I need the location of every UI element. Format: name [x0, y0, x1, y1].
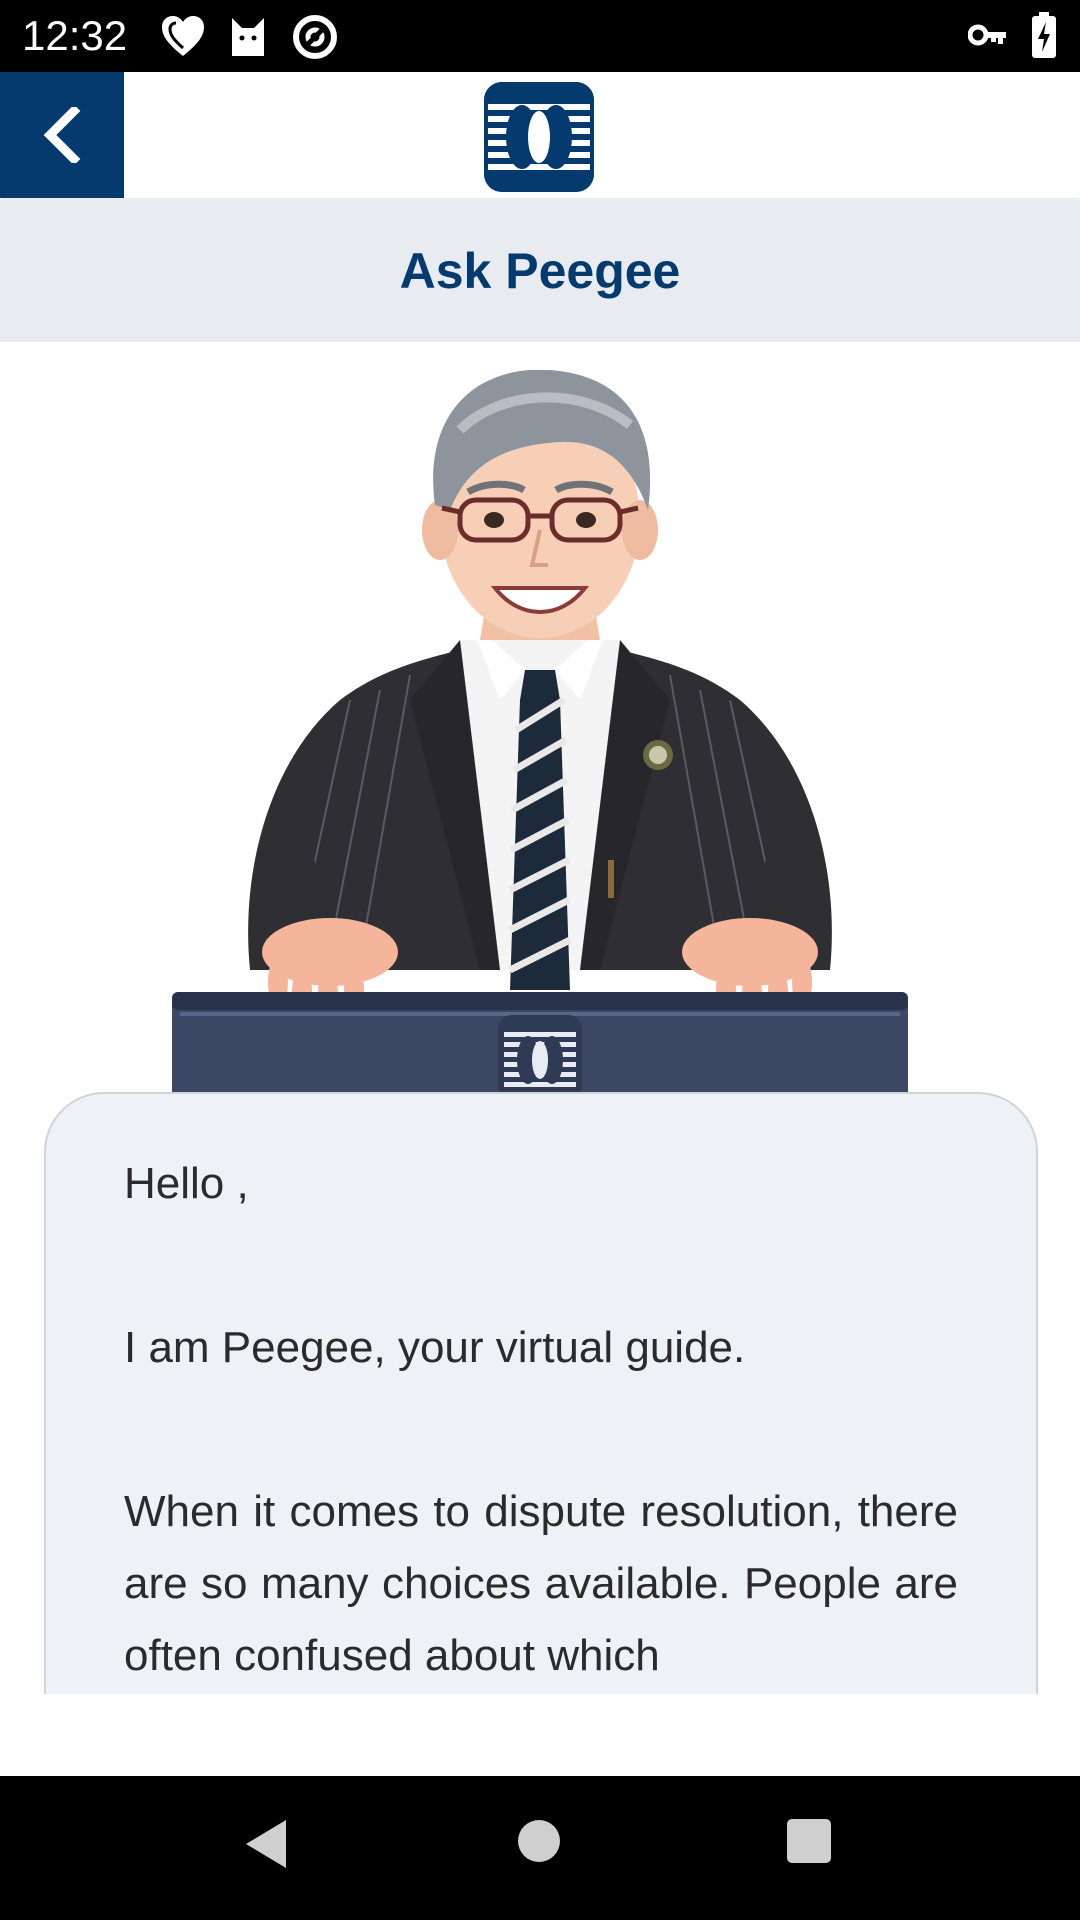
vpn-key-icon: [968, 24, 1006, 46]
app-header: [0, 72, 1080, 198]
chevron-left-icon: [43, 107, 81, 163]
title-band: Ask Peegee: [0, 200, 1080, 342]
message-greeting: Hello ,: [124, 1159, 249, 1208]
status-time: 12:32: [22, 12, 128, 59]
battery-charging-icon: [1032, 12, 1056, 58]
at-sign-icon: [293, 15, 337, 59]
back-button[interactable]: [0, 72, 124, 198]
navigation-bar: [0, 1776, 1080, 1920]
message-text: Hello , I am Peegee, your virtual guide.…: [124, 1148, 958, 1694]
app-logo: [484, 82, 594, 192]
recents-square-icon[interactable]: [786, 1818, 832, 1864]
avatar: [160, 369, 920, 1130]
home-circle-icon[interactable]: [516, 1818, 562, 1864]
message-body: When it comes to dispute resolution, the…: [124, 1487, 958, 1680]
page-title: Ask Peegee: [399, 243, 681, 299]
status-bar: 12:32: [0, 0, 1080, 72]
back-triangle-icon[interactable]: [242, 1818, 290, 1870]
message-intro: I am Peegee, your virtual guide.: [124, 1323, 746, 1372]
cat-icon: [232, 18, 264, 56]
message-card: Hello , I am Peegee, your virtual guide.…: [44, 1092, 1038, 1694]
heart-icon: [162, 16, 204, 56]
